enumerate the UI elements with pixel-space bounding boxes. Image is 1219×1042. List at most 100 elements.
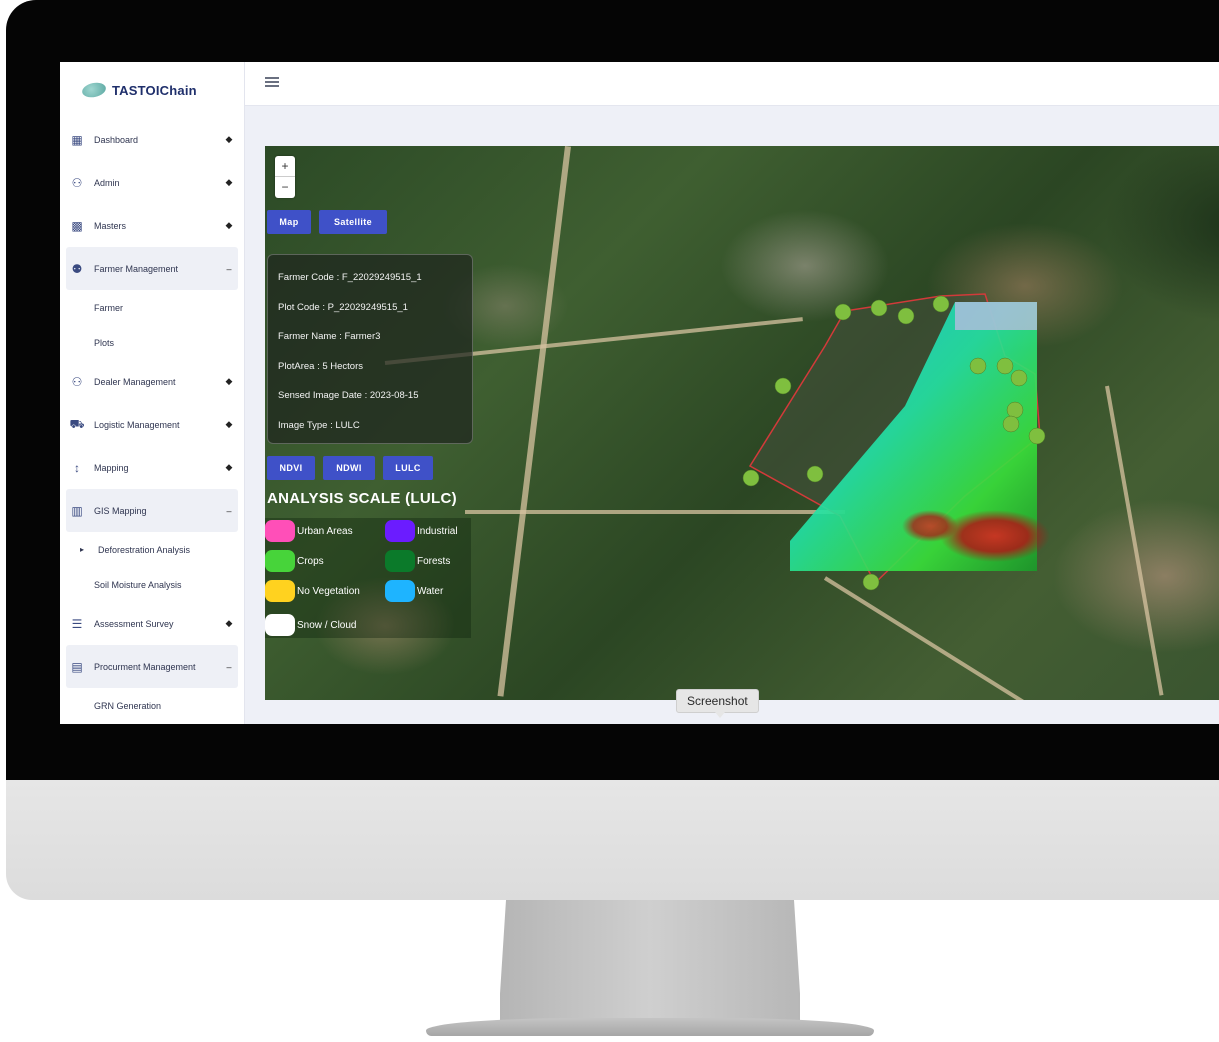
dealer-icon: ⚇ <box>71 374 83 389</box>
list-icon: ☰ <box>71 616 83 631</box>
sidebar-item-dashboard[interactable]: ▦ Dashboard ◆ <box>60 118 244 161</box>
sidebar-item-mapping[interactable]: ↕ Mapping ◆ <box>60 446 244 489</box>
tree-marker-icon <box>932 295 950 313</box>
legend-swatch <box>265 550 295 572</box>
collapse-icon: – <box>226 263 232 274</box>
satellite-view-button[interactable]: Satellite <box>319 210 387 234</box>
legend-label: No Vegetation <box>297 585 360 597</box>
sidebar-item-label: Plots <box>94 337 115 348</box>
expand-icon: ◆ <box>225 220 233 230</box>
procurement-icon: ▤ <box>71 659 83 674</box>
sidebar-item-farmer-management[interactable]: ⚉ Farmer Management – <box>66 247 238 290</box>
tree-marker-icon <box>969 357 987 375</box>
legend-item-no-vegetation: No Vegetation <box>265 580 360 602</box>
mapping-icon: ↕ <box>74 460 80 475</box>
expand-icon: ◆ <box>225 419 233 429</box>
truck-icon: ⛟ <box>69 416 85 431</box>
legend-item-water: Water <box>385 580 443 602</box>
sidebar-item-logistic-management[interactable]: ⛟ Logistic Management ◆ <box>60 403 244 446</box>
tree-marker-icon <box>1002 415 1020 433</box>
monitor-stand-base <box>426 1018 874 1036</box>
sidebar-item-label: Assessment Survey <box>94 618 174 629</box>
logo-icon <box>80 80 108 100</box>
legend-swatch <box>265 614 295 636</box>
sidebar: TASTOIChain ▦ Dashboard ◆ ⚇ Admin ◆ ▩ Ma… <box>60 62 245 724</box>
grid-icon: ▩ <box>71 218 83 233</box>
tree-marker-icon <box>1010 369 1028 387</box>
sidebar-item-label: Mapping <box>94 462 129 473</box>
lulc-button[interactable]: LULC <box>383 456 433 480</box>
sidebar-item-masters[interactable]: ▩ Masters ◆ <box>60 204 244 247</box>
sidebar-item-label: Admin <box>94 177 120 188</box>
zoom-out-button[interactable]: − <box>275 177 295 198</box>
monitor: TASTOIChain ▦ Dashboard ◆ ⚇ Admin ◆ ▩ Ma… <box>0 0 1219 1042</box>
legend-label: Water <box>417 585 444 597</box>
zoom-in-button[interactable]: + <box>275 156 295 177</box>
tree-marker-icon <box>870 299 888 317</box>
sidebar-nav: ▦ Dashboard ◆ ⚇ Admin ◆ ▩ Masters ◆ ⚉ Fa… <box>60 118 244 723</box>
map-view-button[interactable]: Map <box>267 210 311 234</box>
tree-marker-icon <box>742 469 760 487</box>
legend-item-industrial: Industrial <box>385 520 458 542</box>
satellite-map[interactable]: + − Map Satellite Farmer Code : F_220292… <box>265 146 1219 700</box>
sidebar-subitem-plots[interactable]: Plots <box>60 325 244 360</box>
logo-text: TASTOIChain <box>112 82 197 98</box>
farmer-code: Farmer Code : F_22029249515_1 <box>278 272 422 283</box>
tree-marker-icon <box>996 357 1014 375</box>
map-icon: ▥ <box>71 503 83 518</box>
sidebar-item-gis-mapping[interactable]: ▥ GIS Mapping – <box>66 489 238 532</box>
tree-marker-icon <box>834 303 852 321</box>
sidebar-item-label: Dashboard <box>94 134 139 145</box>
analysis-scale-title: ANALYSIS SCALE (LULC) <box>267 490 457 507</box>
plot-area: PlotArea : 5 Hectors <box>278 360 364 372</box>
sidebar-item-assessment-survey[interactable]: ☰ Assessment Survey ◆ <box>60 602 244 645</box>
collapse-icon: – <box>226 505 232 516</box>
tree-marker-icon <box>774 377 792 395</box>
legend-item-snow-cloud: Snow / Cloud <box>265 614 356 636</box>
zoom-control: + − <box>275 156 295 198</box>
sidebar-subitem-soil-moisture-analysis[interactable]: Soil Moisture Analysis <box>60 567 244 602</box>
brand-logo[interactable]: TASTOIChain <box>60 62 244 118</box>
monitor-chin <box>6 780 1219 900</box>
ndvi-button[interactable]: NDVI <box>267 456 315 480</box>
expand-icon: ◆ <box>225 376 233 386</box>
sidebar-subitem-deforestration-analysis[interactable]: ▸ Deforestration Analysis <box>60 532 244 567</box>
sidebar-item-label: GIS Mapping <box>94 505 147 516</box>
lulc-raster-hotspot <box>940 510 1050 562</box>
sidebar-subitem-farmer[interactable]: Farmer <box>60 290 244 325</box>
tree-marker-icon <box>862 573 880 591</box>
sidebar-item-label: Soil Moisture Analysis <box>94 579 182 590</box>
sidebar-item-label: Logistic Management <box>94 419 180 430</box>
sidebar-item-procurment-management[interactable]: ▤ Procurment Management – <box>66 645 238 688</box>
expand-icon: ◆ <box>225 134 233 144</box>
lulc-raster-hotspot <box>902 510 958 542</box>
sidebar-subitem-grn-generation[interactable]: GRN Generation <box>60 688 244 723</box>
legend-item-urban-areas: Urban Areas <box>265 520 353 542</box>
menu-toggle-icon[interactable] <box>265 77 279 87</box>
plot-code: Plot Code : P_22029249515_1 <box>278 301 408 313</box>
ndwi-button[interactable]: NDWI <box>323 456 375 480</box>
top-bar <box>245 62 1219 106</box>
sidebar-item-label: Farmer Management <box>94 263 179 274</box>
sidebar-item-label: Farmer <box>94 302 123 313</box>
expand-icon: ◆ <box>225 177 233 187</box>
monitor-stand-neck <box>500 900 800 1020</box>
lulc-legend: Urban Areas Industrial Crops Forests No … <box>265 518 471 638</box>
image-type: Image Type : LULC <box>278 419 360 431</box>
legend-label: Snow / Cloud <box>297 619 357 631</box>
admin-user-icon: ⚇ <box>71 175 83 190</box>
legend-item-crops: Crops <box>265 550 324 572</box>
sidebar-item-label: GRN Generation <box>94 700 162 711</box>
farmer-name: Farmer Name : Farmer3 <box>278 331 381 342</box>
sidebar-item-label: Deforestration Analysis <box>98 544 191 555</box>
legend-label: Forests <box>417 555 451 567</box>
legend-swatch <box>265 520 295 542</box>
sidebar-item-dealer-management[interactable]: ⚇ Dealer Management ◆ <box>60 360 244 403</box>
legend-item-forests: Forests <box>385 550 450 572</box>
tree-marker-icon <box>1028 427 1046 445</box>
legend-swatch <box>265 580 295 602</box>
legend-swatch <box>385 520 415 542</box>
legend-label: Urban Areas <box>297 525 353 537</box>
lulc-raster-strip <box>955 302 1037 330</box>
sidebar-item-admin[interactable]: ⚇ Admin ◆ <box>60 161 244 204</box>
